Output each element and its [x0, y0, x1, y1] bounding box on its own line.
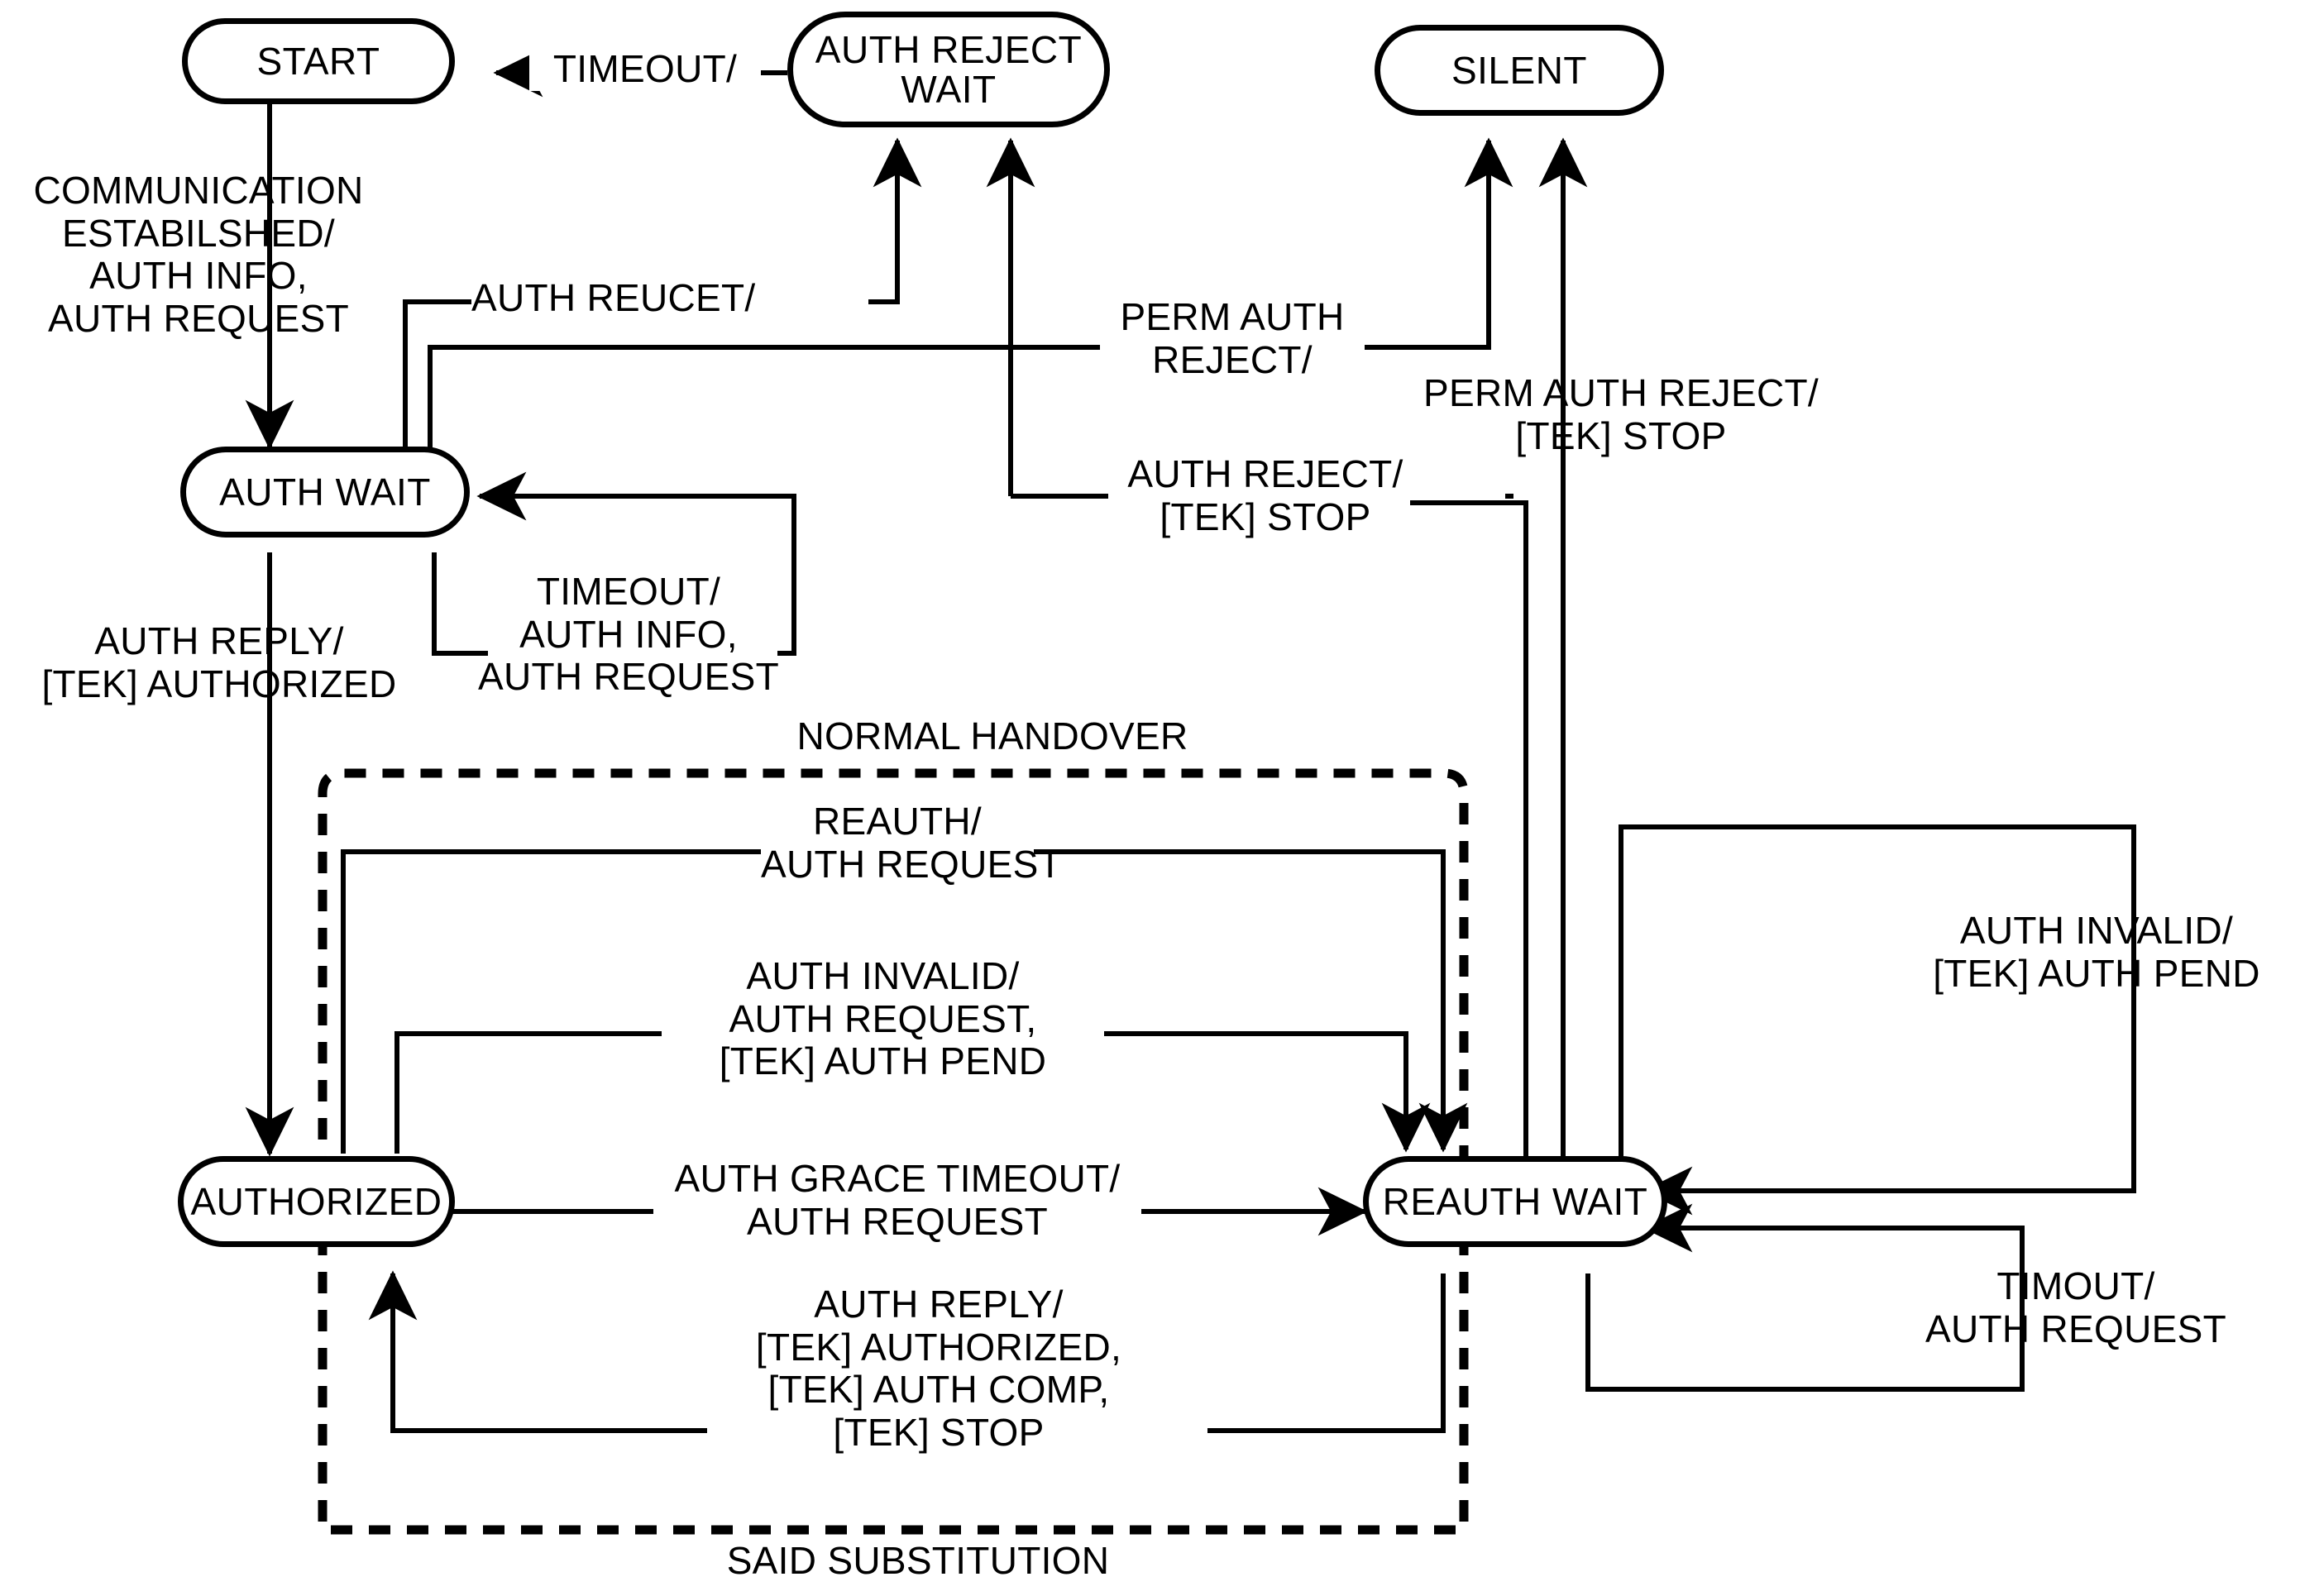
edge-auth-reply-full-a	[1207, 1273, 1446, 1433]
label-reauth: REAUTH/ AUTH REQUEST	[761, 800, 1062, 886]
edge-perm-auth-reject-a	[428, 345, 1100, 496]
label-timeout-auth-info: TIMEOUT/ AUTH INFO, AUTH REQUEST	[478, 570, 779, 699]
edge-auth-invalid-right	[1619, 824, 2136, 1216]
label-said-substitution: SAID SUBSTITUTION	[726, 1539, 1110, 1582]
edge-perm-auth-reject-b	[1365, 137, 1513, 350]
state-reauth-wait-label: REAUTH WAIT	[1382, 1179, 1648, 1223]
edge-auth-invalid-mid-b	[1100, 1031, 1431, 1153]
label-auth-reply-full: AUTH REPLY/ [TEK] AUTHORIZED, [TEK] AUTH…	[707, 1283, 1170, 1455]
state-machine-diagram: START AUTH REJECT WAIT SILENT AUTH WAIT …	[0, 0, 2300, 1596]
label-normal-handover: NORMAL HANDOVER	[796, 714, 1188, 757]
label-auth-reucet: AUTH REUCET/	[471, 276, 756, 320]
label-timeout-to-start: TIMEOUT/	[529, 47, 761, 91]
label-perm-auth-reject-tek-stop: PERM AUTH REJECT/ [TEK] STOP	[1423, 371, 1819, 457]
state-auth-reject-wait[interactable]: AUTH REJECT WAIT	[787, 12, 1110, 127]
label-auth-invalid-right: AUTH INVALID/ [TEK] AUTH PEND	[1933, 909, 2260, 995]
edge-auth-reucet-b	[868, 137, 922, 304]
state-silent-label: SILENT	[1451, 48, 1588, 92]
label-auth-grace-timeout: AUTH GRACE TIMEOUT/ AUTH REQUEST	[653, 1157, 1141, 1244]
label-timout-auth-request: TIMOUT/ AUTH REQUEST	[1925, 1264, 2226, 1350]
state-authorized-label: AUTHORIZED	[190, 1179, 442, 1223]
edge-auth-reply-full-b	[368, 1270, 744, 1433]
edge-auth-invalid-mid-a	[394, 1031, 666, 1154]
state-start[interactable]: START	[182, 18, 455, 104]
state-authorized[interactable]: AUTHORIZED	[178, 1156, 455, 1247]
label-auth-invalid-mid: AUTH INVALID/ AUTH REQUEST, [TEK] AUTH P…	[662, 954, 1104, 1083]
state-auth-wait-label: AUTH WAIT	[219, 470, 431, 514]
state-reauth-wait[interactable]: REAUTH WAIT	[1363, 1156, 1667, 1247]
state-auth-reject-wait-label: AUTH REJECT WAIT	[815, 27, 1083, 111]
state-start-label: START	[256, 39, 380, 83]
state-auth-wait[interactable]: AUTH WAIT	[180, 447, 470, 538]
label-auth-reject-tek-stop: AUTH REJECT/ [TEK] STOP	[1121, 452, 1410, 539]
label-auth-reply-tek-authorized: AUTH REPLY/ [TEK] AUTHORIZED	[41, 619, 397, 705]
label-communication-established: COMMUNICATION ESTABILSHED/ AUTH INFO, AU…	[33, 169, 364, 340]
label-perm-auth-reject: PERM AUTH REJECT/	[1100, 295, 1365, 382]
state-silent[interactable]: SILENT	[1375, 25, 1664, 116]
